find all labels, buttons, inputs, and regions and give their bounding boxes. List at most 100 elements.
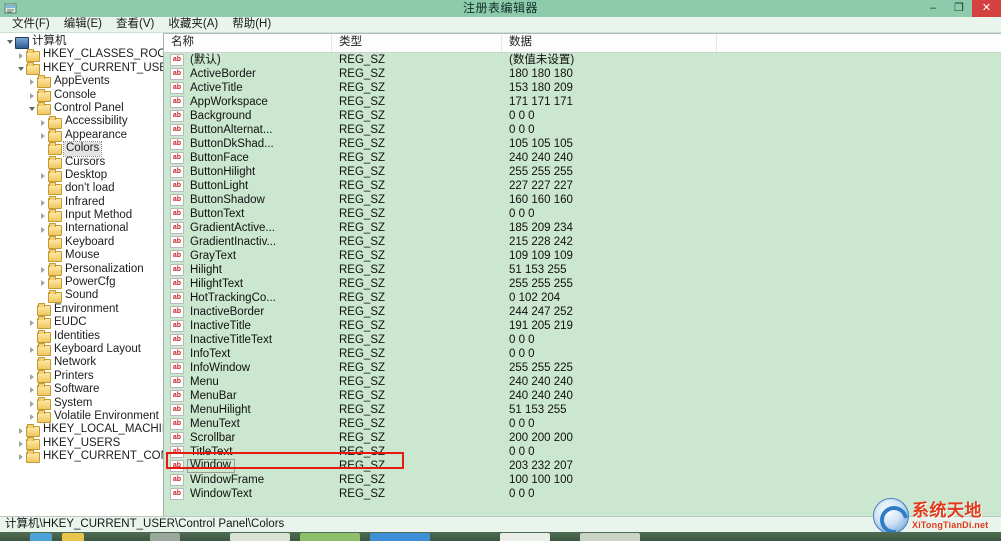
- table-row[interactable]: ab InfoWindow REG_SZ 255 255 225: [164, 361, 1001, 375]
- chevron-right-icon[interactable]: [17, 437, 26, 450]
- tree-item[interactable]: Input Method: [0, 209, 163, 223]
- tree-item[interactable]: Volatile Environment: [0, 410, 163, 424]
- chevron-down-icon[interactable]: [6, 35, 15, 48]
- table-row[interactable]: ab WindowFrame REG_SZ 100 100 100: [164, 473, 1001, 487]
- tree-item[interactable]: Sound: [0, 289, 163, 303]
- table-row[interactable]: ab InactiveTitleText REG_SZ 0 0 0: [164, 333, 1001, 347]
- tree-item[interactable]: System: [0, 397, 163, 410]
- tree-item[interactable]: Mouse: [0, 249, 163, 263]
- chevron-down-icon[interactable]: [17, 62, 26, 75]
- restore-button[interactable]: ❐: [946, 0, 972, 17]
- chevron-right-icon[interactable]: [39, 209, 48, 222]
- chevron-right-icon[interactable]: [39, 129, 48, 142]
- table-row[interactable]: ab Scrollbar REG_SZ 200 200 200: [164, 431, 1001, 445]
- taskbar-icon[interactable]: [300, 533, 360, 541]
- taskbar-icon[interactable]: [370, 533, 430, 541]
- tree-item[interactable]: Appearance: [0, 129, 163, 142]
- table-row[interactable]: ab ButtonShadow REG_SZ 160 160 160: [164, 193, 1001, 207]
- taskbar-icon[interactable]: [230, 533, 290, 541]
- chevron-right-icon[interactable]: [28, 370, 37, 383]
- tree-item[interactable]: Infrared: [0, 196, 163, 209]
- chevron-right-icon[interactable]: [39, 276, 48, 289]
- table-row[interactable]: ab TitleText REG_SZ 0 0 0: [164, 445, 1001, 459]
- tree-item[interactable]: EUDC: [0, 316, 163, 330]
- table-row[interactable]: ab ButtonFace REG_SZ 240 240 240: [164, 151, 1001, 165]
- table-row[interactable]: ab GradientActive... REG_SZ 185 209 234: [164, 221, 1001, 235]
- table-row[interactable]: ab Menu REG_SZ 240 240 240: [164, 375, 1001, 389]
- column-header-data[interactable]: 数据: [502, 33, 717, 52]
- table-row[interactable]: ab ActiveTitle REG_SZ 153 180 209: [164, 81, 1001, 95]
- chevron-right-icon[interactable]: [39, 169, 48, 182]
- table-row[interactable]: ab InactiveTitle REG_SZ 191 205 219: [164, 319, 1001, 333]
- menu-item-2[interactable]: 查看(V): [109, 17, 161, 32]
- chevron-down-icon[interactable]: [28, 102, 37, 115]
- table-row[interactable]: ab InactiveBorder REG_SZ 244 247 252: [164, 305, 1001, 319]
- chevron-right-icon[interactable]: [39, 263, 48, 276]
- tree-item[interactable]: Software: [0, 383, 163, 397]
- chevron-right-icon[interactable]: [28, 410, 37, 423]
- table-row[interactable]: ab GrayText REG_SZ 109 109 109: [164, 249, 1001, 263]
- tree-item[interactable]: Colors: [0, 141, 163, 157]
- column-header-name[interactable]: 名称: [164, 33, 332, 52]
- table-row[interactable]: ab ButtonHilight REG_SZ 255 255 255: [164, 165, 1001, 179]
- tree-item[interactable]: Personalization: [0, 263, 163, 276]
- tree-item[interactable]: Console: [0, 89, 163, 102]
- tree-item[interactable]: 计算机: [0, 35, 163, 50]
- chevron-right-icon[interactable]: [39, 116, 48, 129]
- chevron-right-icon[interactable]: [28, 89, 37, 102]
- registry-values-panel[interactable]: 名称 类型 数据 ab (默认) REG_SZ (数值未设置) ab ActiveBord…: [164, 33, 1001, 516]
- table-row[interactable]: ab InfoText REG_SZ 0 0 0: [164, 347, 1001, 361]
- tree-item[interactable]: HKEY_CURRENT_USER: [0, 62, 163, 75]
- menu-item-3[interactable]: 收藏夹(A): [161, 17, 225, 32]
- chevron-right-icon[interactable]: [28, 75, 37, 88]
- tree-item[interactable]: HKEY_USERS: [0, 437, 163, 450]
- tree-item[interactable]: PowerCfg: [0, 276, 163, 290]
- table-row[interactable]: ab Background REG_SZ 0 0 0: [164, 109, 1001, 123]
- chevron-right-icon[interactable]: [17, 424, 26, 437]
- registry-tree-panel[interactable]: 计算机 HKEY_CLASSES_ROOT HKEY_CURRENT_USER App…: [0, 33, 164, 516]
- minimize-button[interactable]: –: [920, 0, 946, 17]
- tree-item[interactable]: HKEY_CLASSES_ROOT: [0, 48, 163, 62]
- chevron-right-icon[interactable]: [28, 383, 37, 396]
- tree-item[interactable]: Network: [0, 356, 163, 370]
- tree-item[interactable]: Environment: [0, 303, 163, 316]
- menu-item-0[interactable]: 文件(F): [5, 17, 57, 32]
- tree-item[interactable]: HKEY_CURRENT_CONFIG: [0, 450, 163, 464]
- chevron-right-icon[interactable]: [28, 343, 37, 356]
- chevron-right-icon[interactable]: [28, 316, 37, 329]
- tree-item[interactable]: AppEvents: [0, 75, 163, 89]
- close-button[interactable]: ✕: [972, 0, 1001, 17]
- table-row[interactable]: ab MenuBar REG_SZ 240 240 240: [164, 389, 1001, 403]
- tree-item[interactable]: Cursors: [0, 156, 163, 169]
- tree-item[interactable]: Control Panel: [0, 102, 163, 116]
- taskbar-icon[interactable]: [500, 533, 550, 541]
- tree-item[interactable]: Accessibility: [0, 115, 163, 129]
- table-row[interactable]: ab HotTrackingCo... REG_SZ 0 102 204: [164, 291, 1001, 305]
- taskbar-icon[interactable]: [62, 533, 84, 541]
- tree-item[interactable]: don't load: [0, 182, 163, 196]
- tree-item[interactable]: International: [0, 222, 163, 236]
- column-header-type[interactable]: 类型: [332, 33, 502, 52]
- chevron-right-icon[interactable]: [39, 223, 48, 236]
- chevron-right-icon[interactable]: [17, 450, 26, 463]
- table-row[interactable]: ab ButtonText REG_SZ 0 0 0: [164, 207, 1001, 221]
- table-row[interactable]: ab ButtonAlternat... REG_SZ 0 0 0: [164, 123, 1001, 137]
- table-row[interactable]: ab ActiveBorder REG_SZ 180 180 180: [164, 67, 1001, 81]
- menu-item-1[interactable]: 编辑(E): [57, 17, 109, 32]
- table-row[interactable]: ab ButtonDkShad... REG_SZ 105 105 105: [164, 137, 1001, 151]
- table-row[interactable]: ab AppWorkspace REG_SZ 171 171 171: [164, 95, 1001, 109]
- menu-item-4[interactable]: 帮助(H): [225, 17, 278, 32]
- taskbar[interactable]: [0, 532, 1001, 541]
- tree-item[interactable]: Printers: [0, 370, 163, 383]
- table-row[interactable]: ab Window REG_SZ 203 232 207: [164, 459, 1001, 473]
- taskbar-icon[interactable]: [30, 533, 52, 541]
- tree-item[interactable]: Keyboard: [0, 236, 163, 250]
- tree-item[interactable]: Keyboard Layout: [0, 343, 163, 357]
- table-row[interactable]: ab GradientInactiv... REG_SZ 215 228 242: [164, 235, 1001, 249]
- table-row[interactable]: ab (默认) REG_SZ (数值未设置): [164, 53, 1001, 67]
- chevron-right-icon[interactable]: [17, 49, 26, 62]
- tree-item[interactable]: HKEY_LOCAL_MACHINE: [0, 423, 163, 437]
- chevron-right-icon[interactable]: [28, 397, 37, 410]
- chevron-right-icon[interactable]: [39, 196, 48, 209]
- table-row[interactable]: ab ButtonLight REG_SZ 227 227 227: [164, 179, 1001, 193]
